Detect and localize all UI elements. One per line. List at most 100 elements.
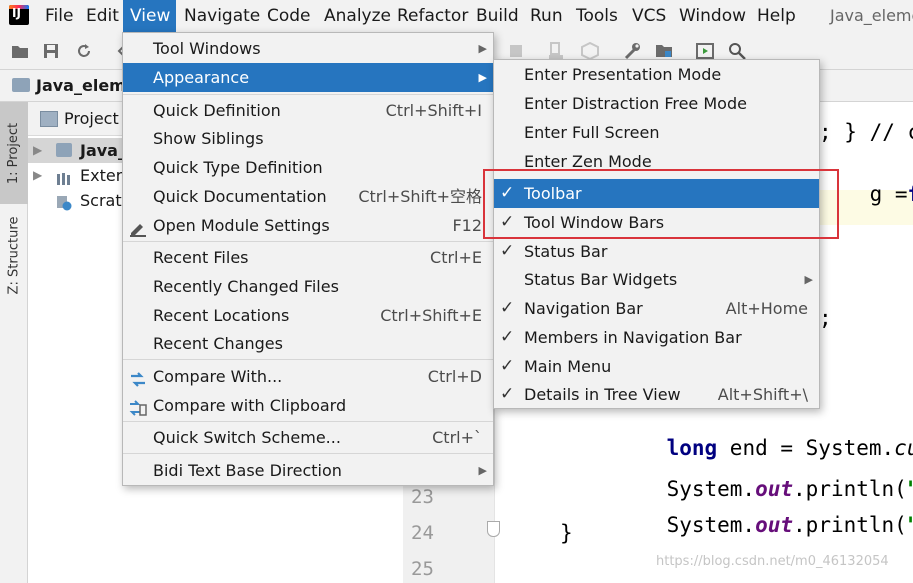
annotation-highlight-box xyxy=(483,169,839,239)
libraries-icon xyxy=(56,168,72,185)
menu-item-label: Quick Documentation xyxy=(153,187,327,206)
menu-item-navigation-bar[interactable]: ✓ Navigation Bar Alt+Home xyxy=(494,294,819,323)
menu-item-members-in-navigation-bar[interactable]: ✓ Members in Navigation Bar xyxy=(494,323,819,352)
menu-item-status-bar-widgets[interactable]: Status Bar Widgets ▶ xyxy=(494,265,819,294)
menu-refactor[interactable]: Refactor xyxy=(391,0,474,32)
menu-item-details-in-tree-view[interactable]: ✓ Details in Tree View Alt+Shift+\ xyxy=(494,380,819,409)
scratch-icon xyxy=(56,193,72,211)
menu-item-shortcut: Ctrl+Shift+空格 xyxy=(358,187,482,206)
expand-arrow-icon[interactable]: ▶ xyxy=(33,138,42,163)
menu-item-label: Recent Changes xyxy=(153,334,283,353)
stop-icon[interactable] xyxy=(506,41,526,61)
menu-item-label: Status Bar xyxy=(524,242,608,261)
intellij-logo-icon: IJ xyxy=(9,5,29,25)
menu-item-quick-definition[interactable]: Quick Definition Ctrl+Shift+I xyxy=(123,96,493,125)
menu-item-shortcut: Ctrl+D xyxy=(427,367,482,386)
watermark-text: https://blog.csdn.net/m0_46132054 xyxy=(656,554,889,569)
menu-analyze[interactable]: Analyze xyxy=(318,0,397,32)
submenu-arrow-icon: ▶ xyxy=(478,464,487,477)
code-text: .println( xyxy=(793,513,907,537)
project-panel-title[interactable]: Project xyxy=(64,102,119,136)
menu-build[interactable]: Build xyxy=(470,0,525,32)
checkmark-icon: ✓ xyxy=(500,384,515,404)
menu-item-label: Quick Type Definition xyxy=(153,158,323,177)
fold-marker-icon[interactable] xyxy=(487,521,500,537)
menu-run[interactable]: Run xyxy=(524,0,569,32)
menu-navigate[interactable]: Navigate xyxy=(178,0,266,32)
menu-item-compare-with[interactable]: Compare With... Ctrl+D xyxy=(123,362,493,391)
menu-item-label: Enter Presentation Mode xyxy=(524,65,722,84)
menu-item-appearance[interactable]: Appearance ▶ xyxy=(123,63,493,92)
menu-vcs[interactable]: VCS xyxy=(626,0,672,32)
submenu-arrow-icon: ▶ xyxy=(478,42,487,55)
menu-item-label: Compare with Clipboard xyxy=(153,396,347,415)
sync-icon[interactable] xyxy=(74,41,94,61)
menu-view[interactable]: View xyxy=(123,0,176,32)
menu-item-status-bar[interactable]: ✓ Status Bar xyxy=(494,237,819,266)
menu-item-enter-presentation-mode[interactable]: Enter Presentation Mode xyxy=(494,60,819,89)
menu-separator xyxy=(123,453,493,455)
code-line-fragment: ; xyxy=(819,306,832,330)
menu-item-show-siblings[interactable]: Show Siblings xyxy=(123,124,493,153)
menu-item-label: Appearance xyxy=(153,68,250,87)
structure-tool-window-tab[interactable]: Z: Structure xyxy=(0,210,28,300)
menu-item-label: Show Siblings xyxy=(153,129,264,148)
menu-edit[interactable]: Edit xyxy=(80,0,125,32)
menu-item-shortcut: Ctrl+Shift+E xyxy=(380,306,482,325)
code-text: System. xyxy=(666,513,756,537)
checkmark-icon: ✓ xyxy=(500,327,515,347)
menu-item-recent-locations[interactable]: Recent Locations Ctrl+Shift+E xyxy=(123,301,493,330)
menu-item-label: Details in Tree View xyxy=(524,385,681,404)
expand-arrow-icon[interactable]: ▶ xyxy=(33,163,42,188)
compare-arrows-icon xyxy=(129,368,147,387)
edit-pencil-icon xyxy=(129,217,147,237)
module-folder-icon xyxy=(56,143,72,157)
save-icon[interactable] xyxy=(41,41,61,61)
menu-item-main-menu[interactable]: ✓ Main Menu xyxy=(494,352,819,381)
code-text: g = xyxy=(869,182,908,206)
project-structure-icon[interactable] xyxy=(654,41,674,61)
code-line-fragment: ; } // c xyxy=(819,120,913,144)
menu-item-shortcut: Alt+Home xyxy=(725,299,808,318)
menu-item-label: Open Module Settings xyxy=(153,216,330,235)
menu-item-enter-full-screen[interactable]: Enter Full Screen xyxy=(494,118,819,147)
line-number: 24 xyxy=(411,522,434,544)
wrench-icon[interactable] xyxy=(622,41,642,61)
menu-file[interactable]: File xyxy=(39,0,79,32)
checkmark-icon: ✓ xyxy=(500,356,515,376)
open-folder-icon[interactable] xyxy=(10,41,30,61)
project-view-icon xyxy=(40,111,58,127)
left-tool-window-stripe: 1: Project Z: Structure xyxy=(0,102,28,583)
menu-item-recent-changes[interactable]: Recent Changes xyxy=(123,329,493,358)
search-icon[interactable] xyxy=(727,41,747,61)
menu-help[interactable]: Help xyxy=(751,0,802,32)
menu-item-tool-windows[interactable]: Tool Windows ▶ xyxy=(123,34,493,63)
menu-item-enter-distraction-free-mode[interactable]: Enter Distraction Free Mode xyxy=(494,89,819,118)
menu-item-quick-documentation[interactable]: Quick Documentation Ctrl+Shift+空格 xyxy=(123,182,493,211)
menu-item-bidi-text-base-direction[interactable]: Bidi Text Base Direction ▶ xyxy=(123,456,493,485)
coverage-icon[interactable] xyxy=(546,41,566,61)
menu-item-shortcut: Ctrl+` xyxy=(432,428,482,447)
menu-window[interactable]: Window xyxy=(673,0,752,32)
code-line: System.out.println("花 xyxy=(616,485,913,563)
run-toolbar-icon[interactable] xyxy=(695,41,715,61)
menu-code[interactable]: Code xyxy=(261,0,317,32)
structure-tab-label: Z: Structure xyxy=(6,216,22,294)
menu-tools[interactable]: Tools xyxy=(570,0,624,32)
checkmark-icon: ✓ xyxy=(500,298,515,318)
menu-item-label: Status Bar Widgets xyxy=(524,270,678,289)
menu-item-label: Recently Changed Files xyxy=(153,277,339,296)
menu-item-recently-changed-files[interactable]: Recently Changed Files xyxy=(123,272,493,301)
compare-clipboard-icon xyxy=(129,397,147,416)
build-artifact-icon[interactable] xyxy=(580,41,600,61)
line-number: 25 xyxy=(411,558,434,580)
code-closing-brace: } xyxy=(560,521,573,545)
menu-item-quick-type-definition[interactable]: Quick Type Definition xyxy=(123,153,493,182)
menu-item-label: Enter Distraction Free Mode xyxy=(524,94,747,113)
menu-item-recent-files[interactable]: Recent Files Ctrl+E xyxy=(123,243,493,272)
menu-separator xyxy=(123,359,493,361)
menu-item-compare-with-clipboard[interactable]: Compare with Clipboard xyxy=(123,391,493,420)
menu-item-open-module-settings[interactable]: Open Module Settings F12 xyxy=(123,211,493,240)
menu-item-quick-switch-scheme[interactable]: Quick Switch Scheme... Ctrl+` xyxy=(123,423,493,452)
project-tool-window-tab[interactable]: 1: Project xyxy=(0,102,28,204)
